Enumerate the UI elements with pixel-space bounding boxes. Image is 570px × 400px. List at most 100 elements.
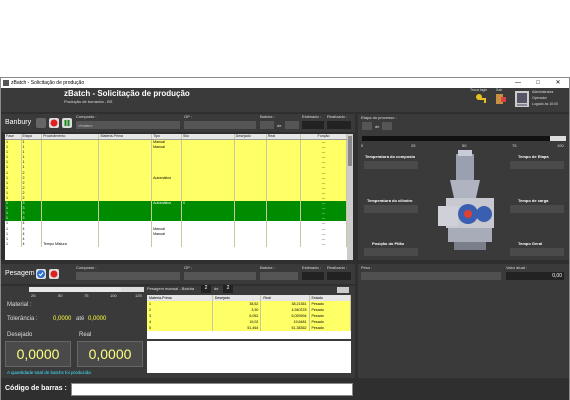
pesagem-header: Pesagem Composto : OP : Batcha : Estimad…	[1, 264, 355, 284]
grid-cell	[98, 241, 153, 247]
pes-scale-125: 125	[135, 293, 142, 298]
etapa-scale-0: 0	[361, 143, 364, 148]
user-role: Operador	[532, 96, 547, 100]
pesagem-check-button[interactable]	[36, 269, 46, 279]
pesagem-progress-fill	[29, 287, 121, 292]
etapa-scale-25: 25	[411, 143, 416, 148]
desejado-display: 0,0000	[5, 341, 71, 367]
valor-atual-label: Valor atual :	[506, 265, 528, 270]
composto-select[interactable]: Vedatex	[76, 121, 180, 129]
etapa-label: Etapa do processo :	[361, 115, 397, 120]
process-grid[interactable]: Fase Etapa Procedimento Materia-Prima Tipo Si…	[5, 134, 347, 260]
posicao-pilao-label: Posição do Pilão	[372, 241, 405, 246]
close-button[interactable]: ✕	[549, 78, 567, 88]
tempo-carga-label: Tempo de carga	[518, 198, 549, 203]
etapa-de-label: de	[375, 124, 380, 129]
grid-scrollbar[interactable]	[347, 134, 353, 260]
pes-op-label: OP :	[184, 265, 192, 270]
pes-batcha-field	[260, 272, 298, 280]
sair-label: Sair	[496, 88, 503, 92]
pes-estimado-value	[302, 272, 324, 280]
banbury-blank-button[interactable]	[36, 118, 46, 128]
barcode-bar: Código de barras :	[1, 380, 569, 400]
etapa-progress-fill	[362, 136, 550, 141]
pes-composto-select[interactable]	[76, 272, 180, 280]
pes-realizado-label: Realizado :	[327, 265, 348, 270]
pes-row[interactable]: 5 51,464 51,38362 Pesado	[147, 325, 351, 331]
grid-cell	[151, 241, 182, 247]
banbury-mixer-machine-icon	[428, 150, 504, 254]
pes-scale-75: 75	[84, 293, 89, 298]
maximize-button[interactable]: □	[529, 78, 547, 88]
temp-composto-value	[364, 161, 418, 169]
pes-estimado-label: Estimado :	[302, 265, 321, 270]
page-title: zBatch - Solicitação de produção	[64, 89, 190, 98]
temp-cilindro-label: Temperatura do cilindro	[367, 198, 413, 203]
pes-scale-25: 25	[31, 293, 36, 298]
etapa-scale-75: 75	[512, 143, 517, 148]
valor-atual-value: 0,00	[506, 272, 564, 280]
pesagem-progress-bar	[29, 287, 144, 292]
minimize-button[interactable]: —	[509, 78, 527, 88]
tolerancia-ate: até	[76, 316, 85, 322]
user-name: Administrador	[532, 90, 554, 94]
pesagem-table[interactable]: Materia-Prima Desejado Real Estado 1 38,52 38…	[147, 295, 351, 339]
stop-button[interactable]	[49, 118, 59, 128]
peso-panel: Peso : Valor atual : 0,00	[358, 264, 569, 378]
etapa-progress-bar	[362, 136, 566, 141]
estimado-label: Estimado :	[302, 114, 321, 119]
grid-cell	[266, 241, 302, 247]
banbury-label: Banbury	[5, 119, 32, 126]
app-icon	[3, 80, 9, 86]
material-label: Material :	[7, 302, 32, 308]
temp-cilindro-value	[364, 205, 418, 213]
grid-cell	[234, 241, 267, 247]
composto-label: Composto :	[76, 114, 97, 119]
key-icon[interactable]	[475, 93, 487, 105]
batcha-label: Batcha :	[260, 114, 275, 119]
desejado-label: Desejado	[7, 332, 33, 338]
pesagem-body: 25 50 75 100 125 Material : Tolerância :…	[1, 285, 355, 378]
estimado-value	[302, 121, 324, 129]
user-login-time: Logado às 10:00	[532, 102, 559, 106]
etapa-scale-50: 50	[462, 143, 467, 148]
pes-cell: 5	[147, 325, 213, 331]
exit-door-icon[interactable]	[495, 93, 507, 105]
troca-login-label: Troca login	[470, 88, 488, 92]
barcode-input[interactable]	[71, 383, 353, 396]
grid-cell: 4	[21, 241, 43, 247]
manual-label: Pesagem manual - Batcha	[147, 286, 195, 291]
etapa-panel: Etapa do processo : de 0 25 50 75 100 Te…	[358, 114, 569, 260]
batcha-de-label: de	[277, 123, 282, 128]
pes-cell: Pesado	[309, 325, 351, 331]
pes-op-field[interactable]	[184, 272, 256, 280]
pes-batcha-label: Batcha :	[260, 265, 275, 270]
op-field[interactable]	[184, 121, 256, 129]
manual-from-field: 2	[201, 285, 211, 293]
pause-button[interactable]	[62, 118, 72, 128]
op-label: OP :	[184, 114, 192, 119]
composto-value: Vedatex	[78, 123, 93, 128]
window-titlebar: zBatch - Solicitação de produção — □ ✕	[1, 78, 569, 88]
temp-composto-label: Temperatura do composto	[365, 154, 416, 159]
tempo-geral-label: Tempo Geral	[518, 241, 543, 246]
pesagem-label: Pesagem	[5, 270, 35, 277]
grid-cell: 1	[5, 241, 22, 247]
banbury-header: Banbury Composto : Vedatex OP : Batcha :…	[1, 114, 355, 132]
tempo-geral-value	[510, 248, 564, 256]
tolerancia-max: 0,0000	[88, 316, 107, 322]
grid-cell: ---	[300, 241, 347, 247]
tolerancia-min: 0,0000	[53, 316, 72, 322]
etapa-to-field	[382, 122, 392, 130]
peso-label: Peso :	[361, 265, 373, 270]
peso-field	[361, 272, 501, 280]
grid-cell	[181, 241, 235, 247]
grid-row[interactable]: 1 4 Tempo Mistura ---	[5, 241, 347, 247]
pes-table-button[interactable]	[337, 287, 349, 293]
application-window: zBatch - Solicitação de produção — □ ✕ z…	[0, 77, 570, 400]
posicao-pilao-value	[364, 248, 418, 256]
pes-scale-100: 100	[110, 293, 117, 298]
pes-scale-50: 50	[58, 293, 63, 298]
pesagem-stop-button[interactable]	[49, 269, 59, 279]
batcha-from-field	[260, 121, 274, 129]
